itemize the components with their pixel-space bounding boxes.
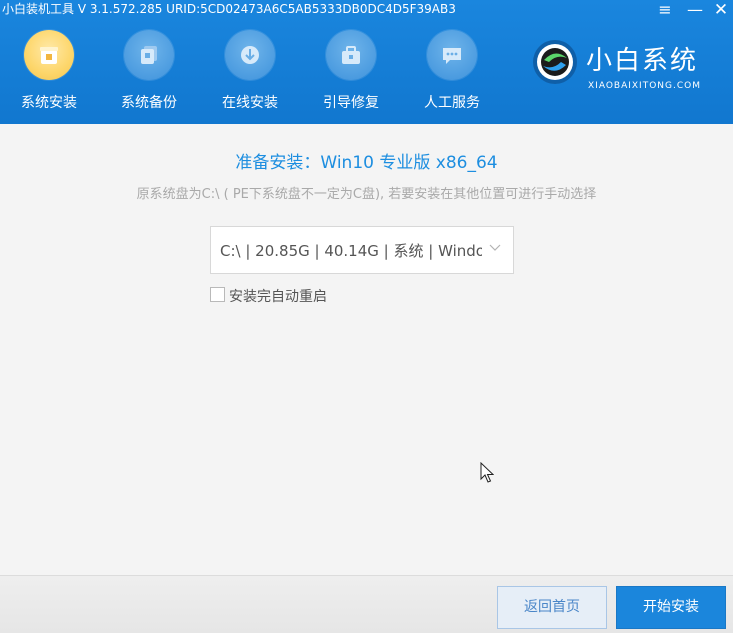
partition-select[interactable]: C:\ | 20.85G | 40.14G | 系统 | Windows 1 <box>210 226 514 274</box>
app-header: 小白装机工具 V 3.1.572.285 URID:5CD02473A6C5AB… <box>0 0 733 124</box>
system-install-icon <box>24 30 74 80</box>
nav-item-system-install[interactable]: 系统安装 <box>3 30 93 120</box>
online-install-icon <box>225 30 275 80</box>
auto-restart-label: 安装完自动重启 <box>229 289 327 305</box>
nav-item-label: 人工服务 <box>424 95 480 111</box>
nav-item-label: 引导修复 <box>323 95 379 111</box>
system-backup-icon <box>124 30 174 80</box>
window-title: 小白装机工具 V 3.1.572.285 URID:5CD02473A6C5AB… <box>2 2 456 16</box>
minimize-icon[interactable]: — <box>684 0 706 22</box>
nav-item-online-install[interactable]: 在线安装 <box>204 30 294 120</box>
install-panel: 准备安装：Win10 专业版 x86_64 原系统盘为C:\ ( PE下系统盘不… <box>0 124 733 575</box>
footer-bar: 返回首页 开始安装 <box>0 575 733 633</box>
start-install-button[interactable]: 开始安装 <box>616 586 726 629</box>
chevron-down-icon <box>489 241 501 255</box>
nav-item-chat-service[interactable]: 人工服务 <box>406 30 496 120</box>
brand-subtitle: XIAOBAIXITONG.COM <box>588 81 701 91</box>
nav-item-system-backup[interactable]: 系统备份 <box>103 30 193 120</box>
chat-service-icon <box>427 30 477 80</box>
auto-restart-checkbox[interactable] <box>210 287 225 302</box>
brand-logo-icon <box>533 40 577 84</box>
back-home-button[interactable]: 返回首页 <box>497 586 607 629</box>
nav-item-boot-repair[interactable]: 引导修复 <box>305 30 395 120</box>
partition-select-value: C:\ | 20.85G | 40.14G | 系统 | Windows 1 <box>220 242 482 260</box>
title-bar: 小白装机工具 V 3.1.572.285 URID:5CD02473A6C5AB… <box>0 0 733 20</box>
nav-item-label: 系统备份 <box>121 95 177 111</box>
mouse-cursor-icon <box>480 462 494 483</box>
brand-name: 小白系统 <box>586 46 699 76</box>
close-icon[interactable]: ✕ <box>710 0 732 22</box>
nav-item-label: 在线安装 <box>222 95 278 111</box>
install-hint: 原系统盘为C:\ ( PE下系统盘不一定为C盘), 若要安装在其他位置可进行手动… <box>136 187 597 202</box>
menu-icon[interactable]: ≡ <box>654 0 676 22</box>
page-title: 准备安装：Win10 专业版 x86_64 <box>235 153 498 173</box>
nav-item-label: 系统安装 <box>21 95 77 111</box>
boot-repair-icon <box>326 30 376 80</box>
